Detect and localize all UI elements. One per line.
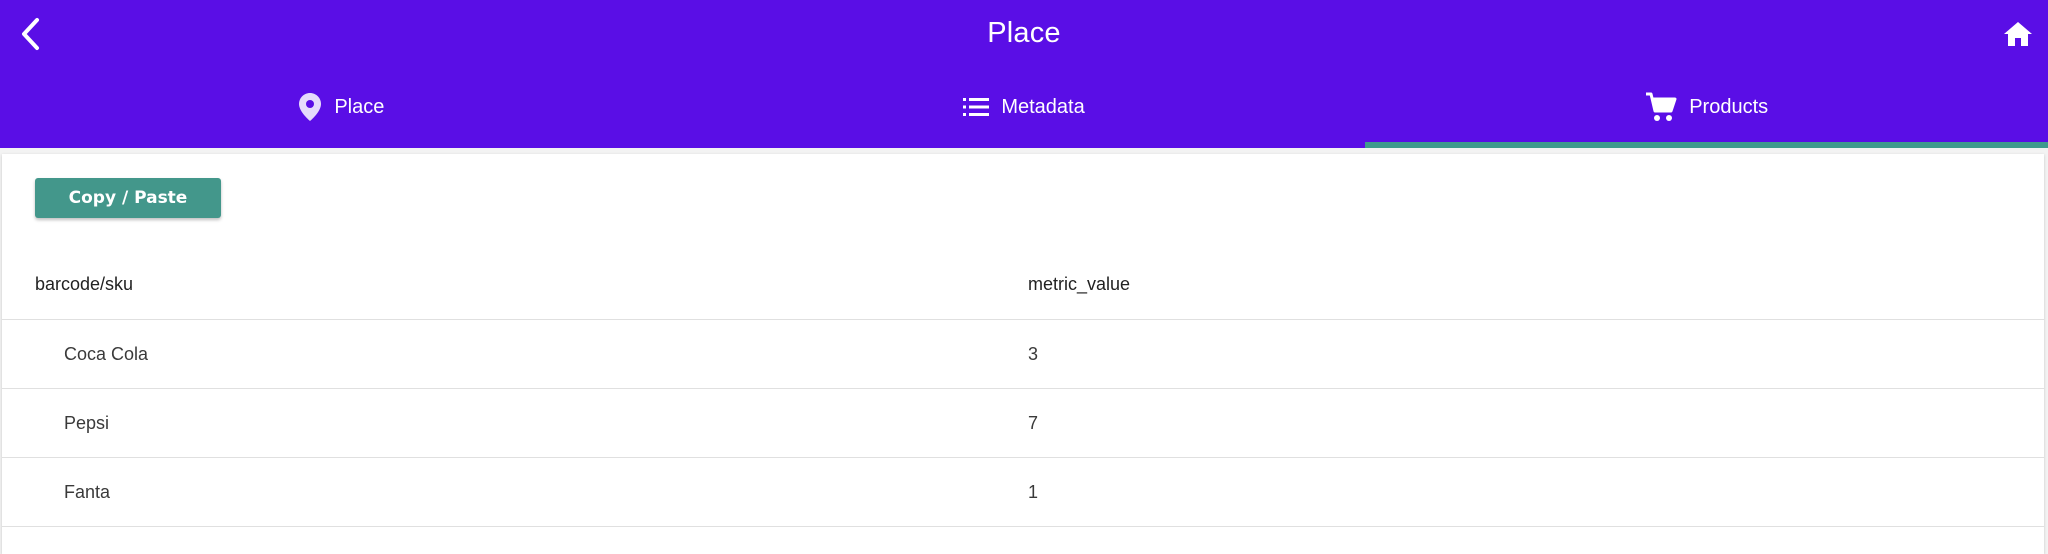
tab-metadata[interactable]: Metadata — [683, 72, 1366, 148]
tab-place-label: Place — [334, 95, 385, 118]
map-pin-icon — [298, 92, 322, 122]
table-row[interactable]: Pepsi 7 — [2, 389, 2044, 458]
toolbar: Place — [0, 0, 2048, 72]
column-header-barcode: barcode/sku — [35, 274, 134, 294]
tab-place[interactable]: Place — [0, 72, 683, 148]
cell-metric-value: 1 — [1028, 481, 1039, 502]
cell-barcode: Coca Cola — [64, 343, 149, 364]
cell-barcode: Pepsi — [64, 412, 110, 433]
cell-barcode: Fanta — [64, 481, 111, 502]
tab-products[interactable]: Products — [1365, 72, 2048, 148]
products-panel: Copy / Paste barcode/sku metric_value Co… — [2, 154, 2044, 554]
cell-metric-value: 3 — [1028, 343, 1039, 364]
list-icon — [963, 97, 990, 117]
active-tab-indicator — [1365, 142, 2048, 148]
page-title: Place — [987, 17, 1061, 49]
tab-products-label: Products — [1689, 95, 1769, 118]
home-button[interactable] — [1998, 16, 2038, 56]
table-row[interactable]: Fanta 1 — [2, 458, 2044, 527]
products-table: barcode/sku metric_value Coca Cola 3 Pep… — [2, 250, 2044, 527]
table-header-row: barcode/sku metric_value — [2, 250, 2044, 320]
app-bar: Place Place Metadata Products — [0, 0, 2048, 148]
tab-metadata-label: Metadata — [1001, 95, 1085, 118]
table-row[interactable]: Coca Cola 3 — [2, 320, 2044, 389]
column-header-metric-value: metric_value — [1028, 274, 1131, 294]
tab-bar: Place Metadata Products — [0, 72, 2048, 148]
home-icon — [2003, 20, 2033, 53]
cell-metric-value: 7 — [1028, 412, 1039, 433]
copy-paste-button[interactable]: Copy / Paste — [35, 178, 221, 218]
cart-icon — [1645, 92, 1677, 122]
